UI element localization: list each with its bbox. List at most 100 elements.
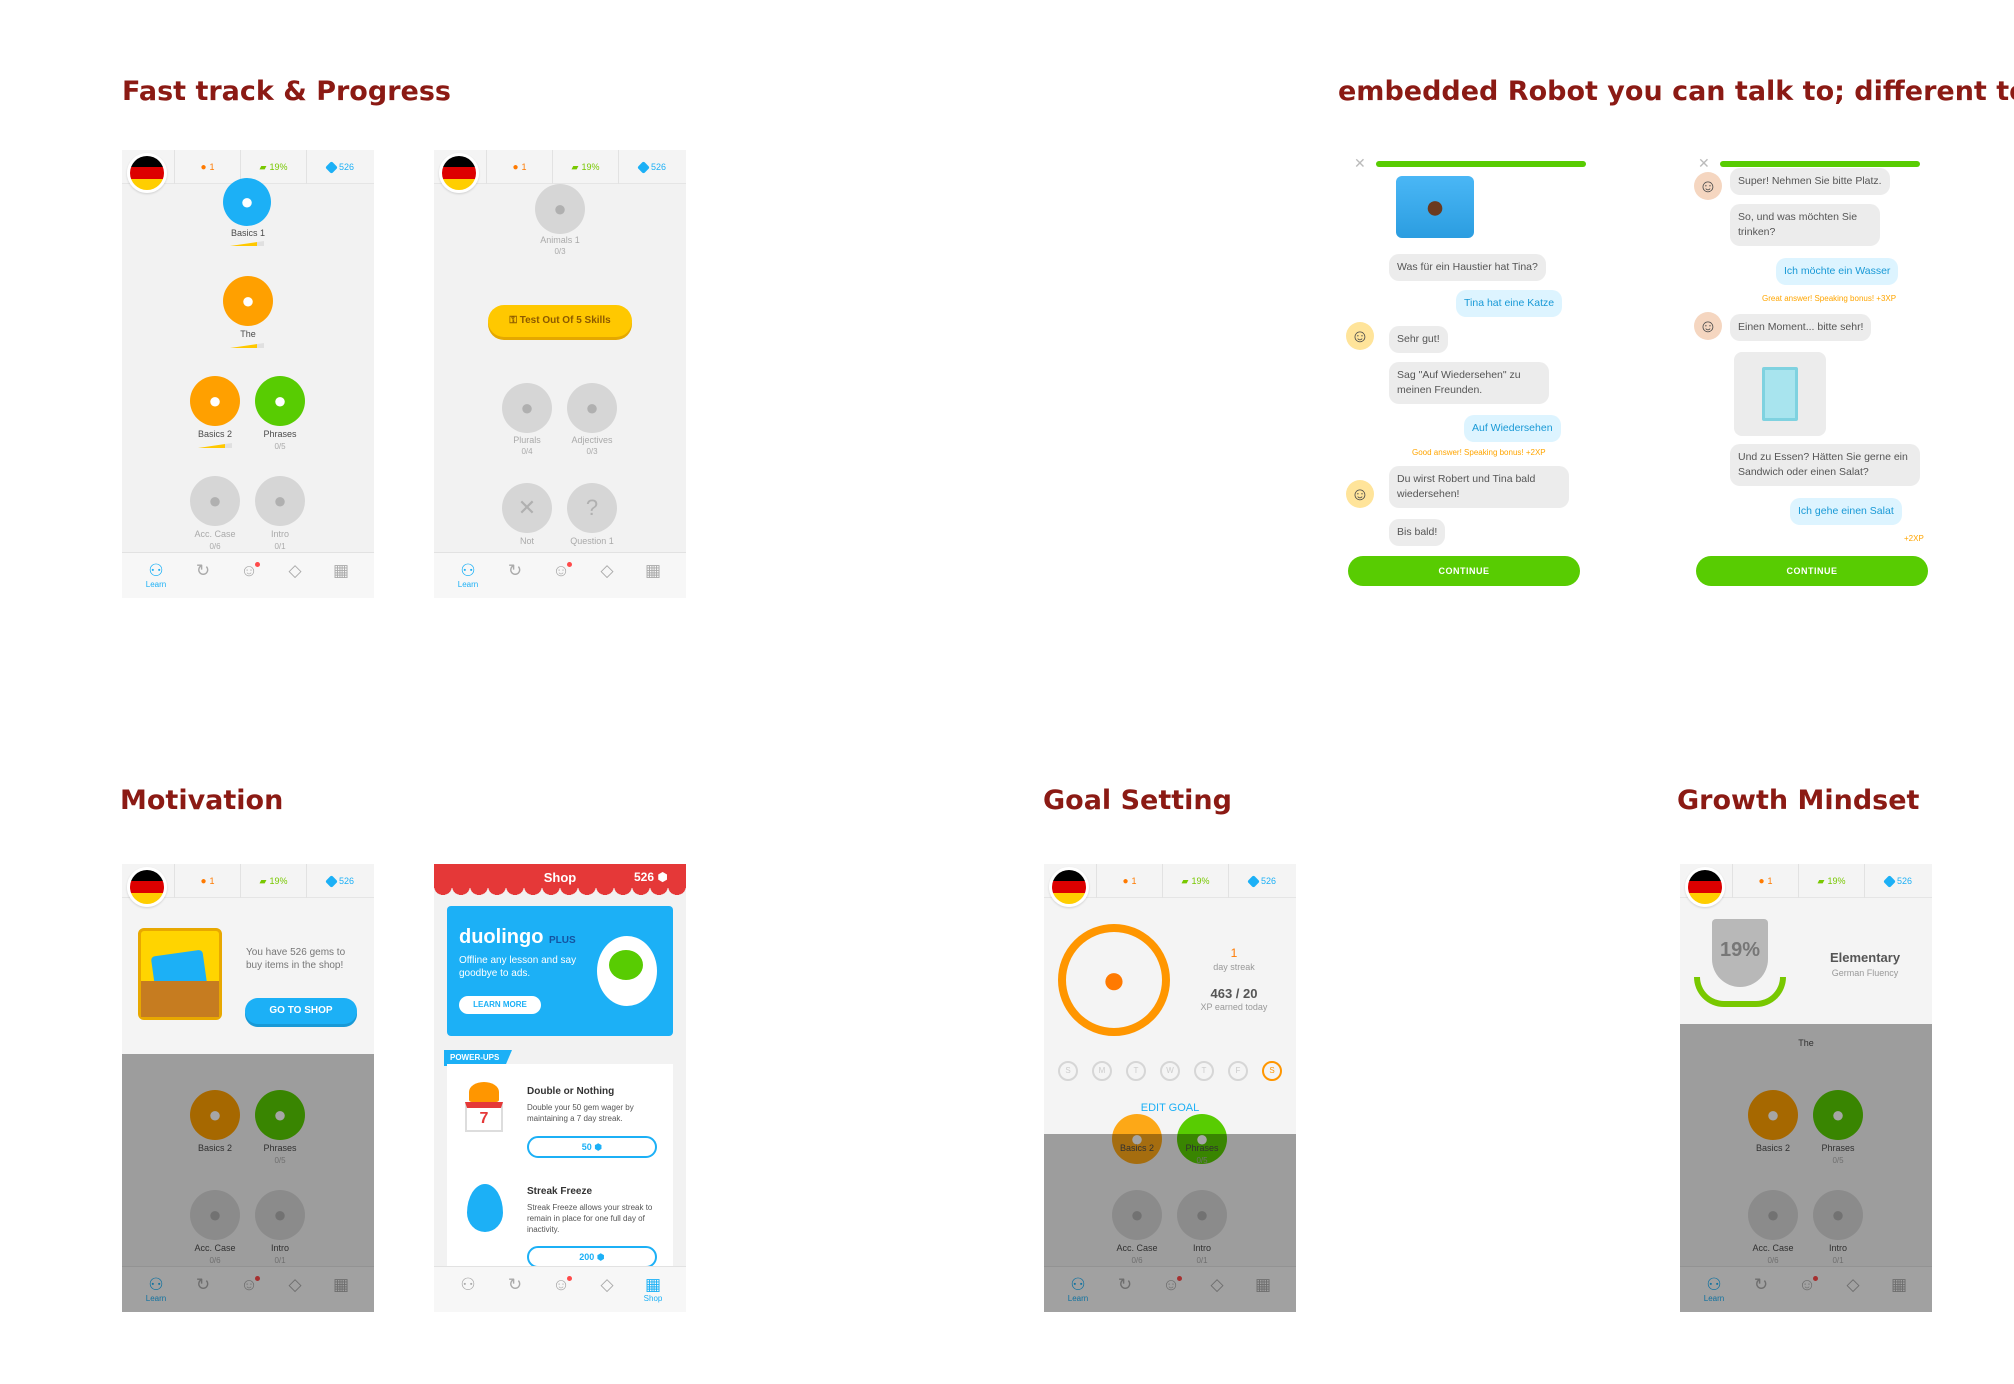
fluency-counter[interactable]: ▰ 19% (552, 150, 618, 184)
streak-counter[interactable]: ● 1 (1096, 864, 1162, 898)
phone-chat-2: ✕ ☺ Super! Nehmen Sie bitte Platz. So, u… (1686, 150, 1938, 598)
chat-message: Was für ein Haustier hat Tina? (1389, 254, 1546, 281)
shield-icon: ▰ (259, 161, 267, 172)
german-flag-icon[interactable] (439, 153, 479, 193)
german-flag-icon[interactable] (127, 867, 167, 907)
skill-intro[interactable]: ● (255, 476, 305, 526)
fluency-counter[interactable]: ▰ 19% (1162, 864, 1228, 898)
water-glass-image (1734, 352, 1826, 436)
top-bar: ● 1 ▰ 19% 526 (1044, 864, 1296, 907)
glass-icon (1762, 367, 1798, 421)
skill-acc-case[interactable]: ● (190, 476, 240, 526)
notification-dot (567, 1276, 572, 1281)
test-out-button[interactable]: ⚿ Test Out Of 5 Skills (488, 305, 632, 337)
skill-adjectives[interactable]: ● (567, 383, 617, 433)
question-icon: ? (585, 495, 599, 520)
day-circle-today: S (1262, 1061, 1282, 1081)
nav-learn[interactable]: ⚇ Learn (145, 561, 167, 590)
nav-practice[interactable]: ↻ (504, 1276, 526, 1294)
edit-goal-button[interactable]: EDIT GOAL (1044, 1102, 1296, 1114)
notification-dot (255, 562, 260, 567)
whale-icon: ● (553, 196, 567, 221)
skill-animals[interactable]: ● (535, 184, 585, 234)
nav-learn[interactable]: ⚇ (457, 1276, 479, 1294)
gems-message: You have 526 gems to buy items in the sh… (246, 947, 346, 971)
nav-clubs[interactable]: ☺ (550, 562, 572, 580)
skill-phrases[interactable]: ● (255, 376, 305, 426)
streak-counter[interactable]: ● 1 (1732, 864, 1798, 898)
phone-chat-1: ✕ ● Was für ein Haustier hat Tina? Tina … (1346, 150, 1598, 598)
notification-dot (567, 562, 572, 567)
close-icon[interactable]: ✕ (1698, 155, 1710, 172)
streak-counter[interactable]: ● 1 (486, 150, 552, 184)
nav-clubs[interactable]: ☺ (550, 1276, 572, 1294)
gems-counter[interactable]: 526 (306, 864, 374, 898)
continue-button[interactable]: CONTINUE (1348, 556, 1580, 586)
streak-number: 1 (1230, 946, 1238, 960)
german-flag-icon[interactable] (1049, 867, 1089, 907)
nav-shield[interactable]: ◇ (596, 1276, 618, 1294)
chick-icon: ● (208, 388, 222, 413)
nav-practice[interactable]: ↻ (192, 562, 214, 580)
nav-shield[interactable]: ◇ (596, 562, 618, 580)
nav-learn[interactable]: ⚇ Learn (457, 562, 479, 590)
store-icon: ▦ (332, 561, 350, 580)
owl-head (609, 950, 643, 980)
chat-message-user: Tina hat eine Katze (1456, 290, 1563, 317)
skill-plurals[interactable]: ● (502, 383, 552, 433)
phone-motivation: ● 1 ▰ 19% 526 You have 526 gems to buy ite… (122, 864, 374, 1312)
bonus-text: +2XP (1904, 534, 1924, 543)
gems-counter[interactable]: 526 (618, 150, 686, 184)
close-icon[interactable]: ✕ (1354, 155, 1366, 172)
gems-counter[interactable]: 526 (1228, 864, 1296, 898)
skill-sub: 0/1 (274, 542, 286, 551)
owl-superhero-icon (597, 936, 657, 1006)
gems-counter[interactable]: 526 (306, 150, 374, 184)
bonus-text: Great answer! Speaking bonus! +3XP (1762, 294, 1897, 303)
streak-ring: ● (1058, 924, 1170, 1036)
day-circle: M (1092, 1061, 1112, 1081)
fluency-counter[interactable]: ▰ 19% (1798, 864, 1864, 898)
nav-clubs[interactable]: ☺ (238, 562, 260, 580)
nav-shop[interactable]: ▦ Shop (642, 1276, 664, 1304)
continue-button[interactable]: CONTINUE (1696, 556, 1928, 586)
fire-icon: ● (200, 875, 207, 887)
progress-meter (230, 241, 264, 246)
learn-icon: ⚇ (148, 561, 164, 580)
fire-icon: ● (512, 161, 519, 173)
bottom-nav: ⚇ Learn ↻ ☺ ◇ ▦ (434, 552, 686, 598)
skill-basics2[interactable]: ● (190, 376, 240, 426)
skill-question[interactable]: ? (567, 483, 617, 533)
bottle-icon: ● (520, 395, 534, 420)
nav-practice[interactable]: ↻ (504, 562, 526, 580)
day-circle: S (1058, 1061, 1078, 1081)
nav-shield[interactable]: ◇ (284, 562, 306, 580)
fluency-counter[interactable]: ▰ 19% (240, 864, 306, 898)
gems-counter[interactable]: 526 (1864, 864, 1932, 898)
german-flag-icon[interactable] (127, 153, 167, 193)
calendar-page: 7 (465, 1102, 503, 1132)
treasure-chest-icon (138, 928, 222, 1020)
skill-basics1[interactable]: ● (223, 178, 271, 226)
progress-meter (230, 343, 264, 348)
nav-shop[interactable]: ▦ (642, 562, 664, 580)
skill-not[interactable]: ✕ (502, 483, 552, 533)
duolingo-logo: duolingo PLUS (459, 926, 576, 948)
skill-the[interactable]: ● (223, 276, 273, 326)
go-to-shop-button[interactable]: GO TO SHOP (245, 998, 357, 1024)
nav-shop[interactable]: ▦ (330, 562, 352, 580)
buy-double-or-nothing-button[interactable]: 50 ⬢ (527, 1136, 657, 1158)
streak-counter[interactable]: ● 1 (174, 864, 240, 898)
gem-icon (325, 874, 338, 888)
xp-label: XP earned today (1200, 1002, 1268, 1012)
progress-fill (1720, 161, 1920, 167)
buy-streak-freeze-button[interactable]: 200 ⬢ (527, 1246, 657, 1268)
learn-more-button[interactable]: LEARN MORE (459, 996, 541, 1014)
fluency-sub: German Fluency (1831, 968, 1899, 978)
streak-counter[interactable]: ● 1 (174, 150, 240, 184)
skill-label: The (240, 329, 256, 339)
gem-icon (637, 160, 650, 174)
german-flag-icon[interactable] (1685, 867, 1725, 907)
heading-growth-mindset: Growth Mindset (1677, 785, 1920, 816)
fire-icon: ● (1122, 875, 1129, 887)
